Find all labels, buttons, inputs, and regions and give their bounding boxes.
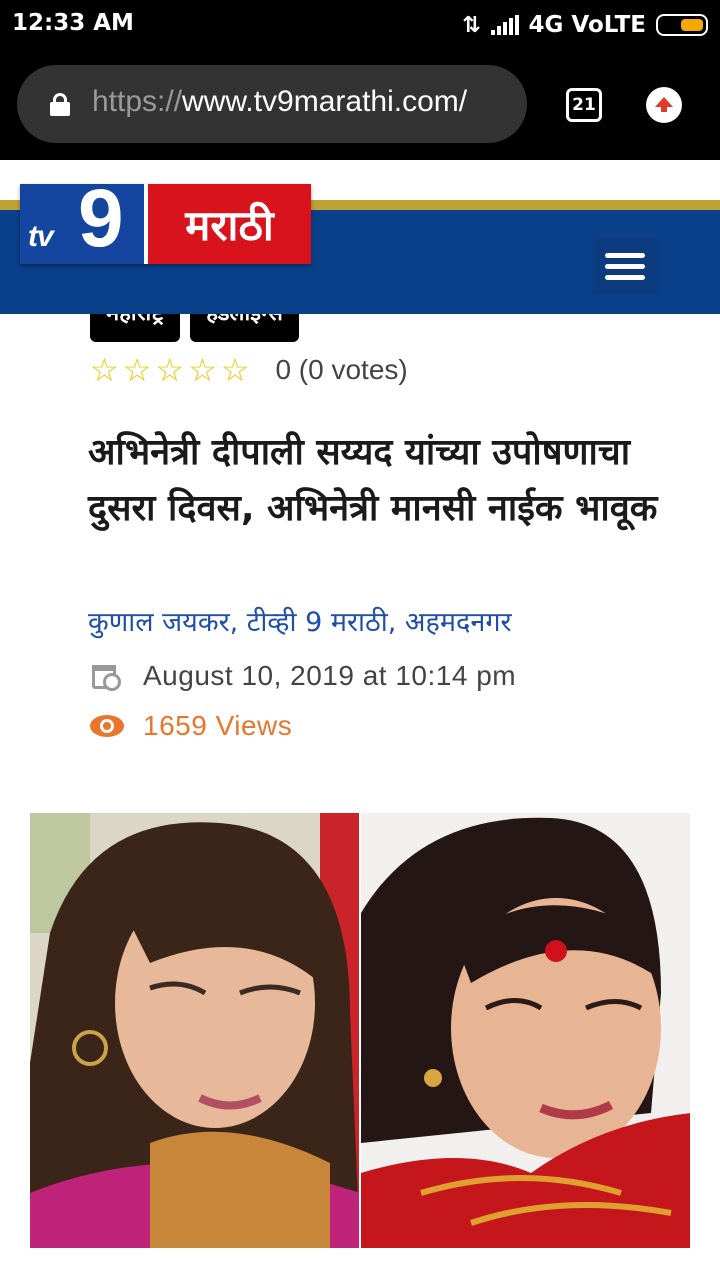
address-bar[interactable]: https://www.tv9marathi.com/ [17,65,527,143]
url-host: www.tv9marathi.com/ [182,85,468,118]
article-author[interactable]: कुणाल जयकर, टीव्ही 9 मराठी, अहमदनगर [88,602,512,639]
article-date: August 10, 2019 at 10:14 pm [143,660,517,691]
star-icon[interactable]: ☆ [155,354,184,386]
status-bar: 12:33 AM ⇅ 4G VoLTE [0,0,720,50]
browser-toolbar: https://www.tv9marathi.com/ 21 [0,50,720,160]
url-scheme: https:// [92,85,183,118]
tab-switcher-button[interactable]: 21 [566,88,602,122]
article-views: 1659 Views [143,710,293,741]
article-views-row: 1659 Views [90,710,292,742]
rating-stars[interactable]: ☆ ☆ ☆ ☆ ☆ [90,354,249,386]
url-text[interactable]: https://www.tv9marathi.com/ [92,85,467,119]
star-icon[interactable]: ☆ [221,354,250,386]
logo-nine-text: 9 [78,184,124,264]
calendar-clock-icon [90,660,122,692]
article-date-row: August 10, 2019 at 10:14 pm [90,660,516,692]
logo-tv-text: tv [28,220,54,253]
battery-icon [656,14,708,36]
signal-strength-icon [490,15,519,35]
status-icons: ⇅ 4G VoLTE [462,10,708,40]
eye-icon [90,715,124,737]
star-icon[interactable]: ☆ [90,354,119,386]
star-icon[interactable]: ☆ [188,354,217,386]
article-image[interactable] [30,813,690,1248]
site-header: tv 9 मराठी [0,160,720,314]
tab-count: 21 [572,95,596,115]
browser-update-button[interactable] [646,87,682,123]
article-headline: अभिनेत्री दीपाली सय्यद यांच्या उपोषणाचा … [88,432,658,529]
data-activity-icon: ⇅ [462,12,481,38]
status-time: 12:33 AM [12,10,134,36]
lock-icon [50,93,70,116]
logo-tv9-block: tv 9 [20,184,144,264]
tv9-marathi-logo[interactable]: tv 9 मराठी [20,184,311,264]
hamburger-menu-icon[interactable] [593,238,657,294]
rating-summary: 0 (0 votes) [275,354,408,385]
photo-actress-right [361,813,690,1248]
article-rating: ☆ ☆ ☆ ☆ ☆ 0 (0 votes) [90,354,408,386]
photo-actress-left [30,813,359,1248]
network-type-label: 4G VoLTE [528,12,646,38]
star-icon[interactable]: ☆ [123,354,152,386]
logo-marathi-text: मराठी [148,184,311,264]
